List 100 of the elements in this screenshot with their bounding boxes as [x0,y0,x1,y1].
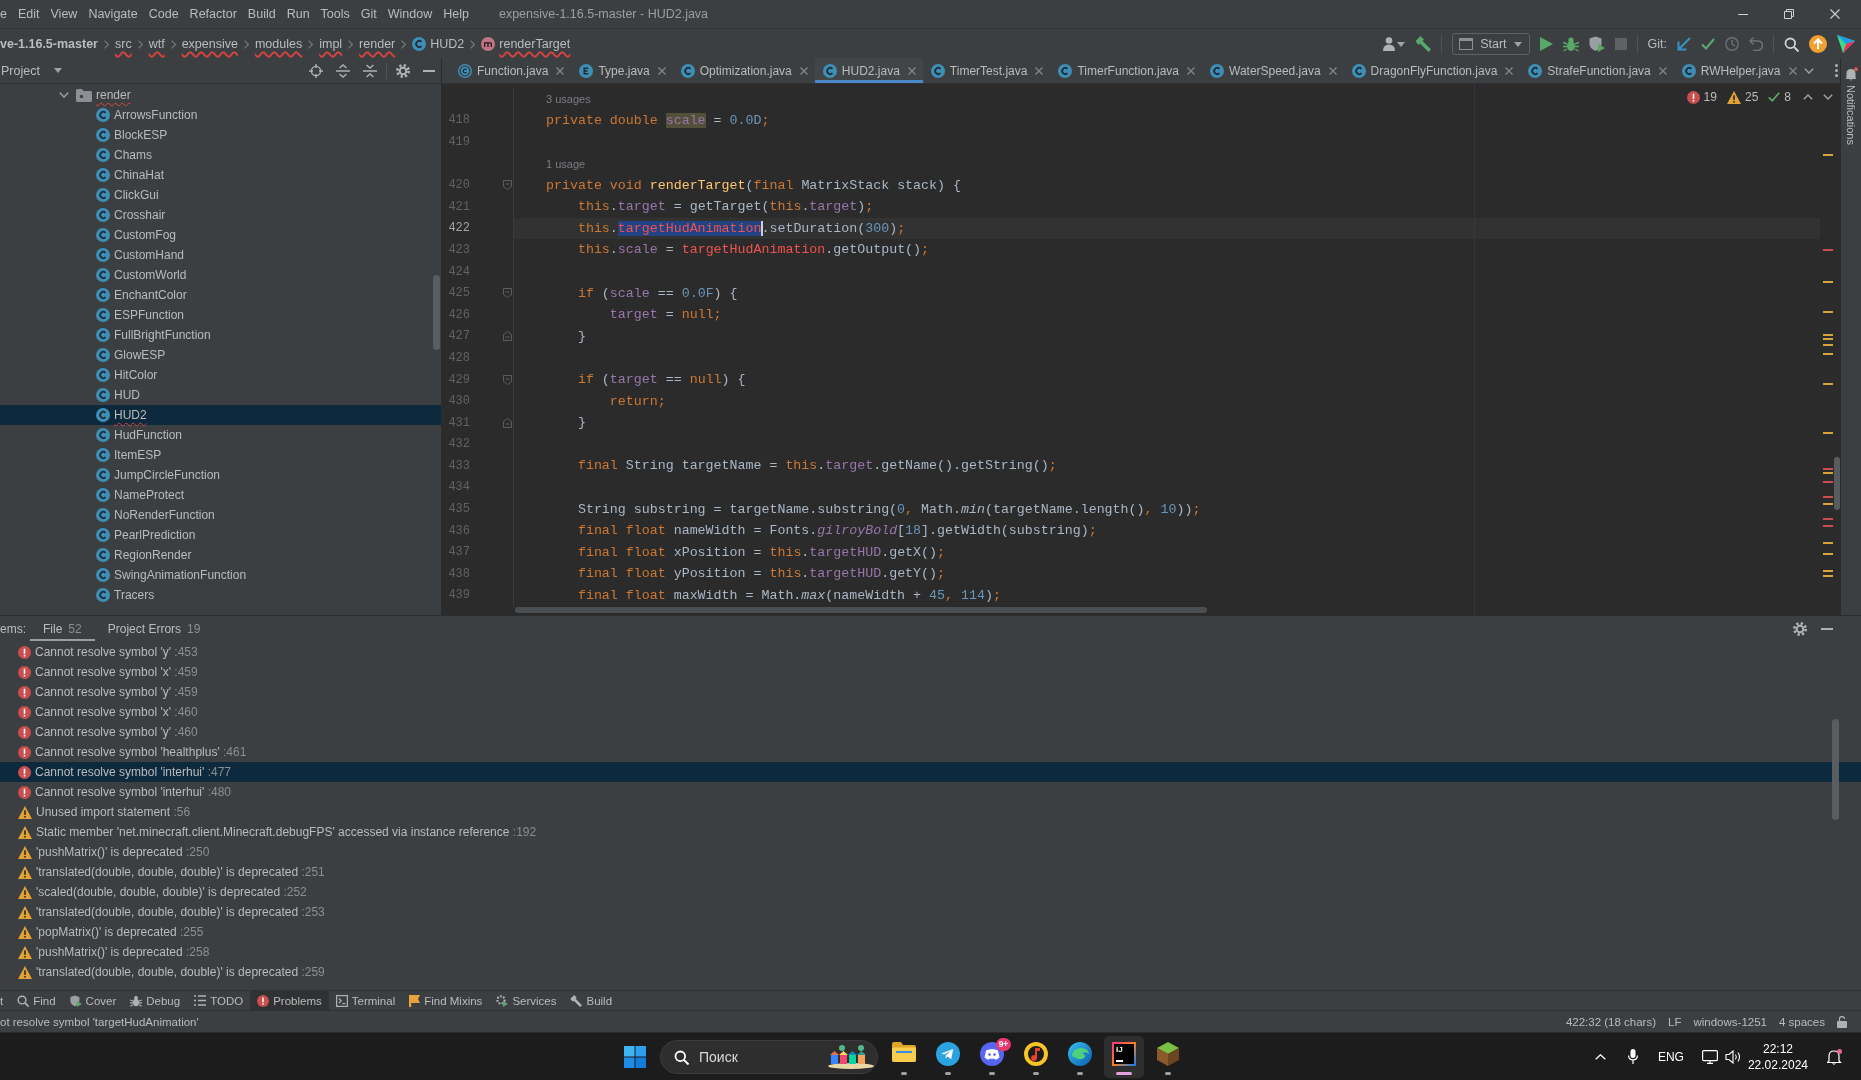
problem-row[interactable]: Cannot resolve symbol 'y' :460 [0,722,1861,742]
tree-item[interactable]: Crosshair [0,205,441,225]
usage-hint[interactable]: 1 usage [546,157,586,170]
tree-item[interactable]: HudFunction [0,425,441,445]
scrollbar-thumb[interactable] [1832,719,1839,820]
tool-window-button[interactable]: Find Mixins [402,991,490,1010]
shield-play-icon[interactable] [1588,36,1605,52]
clock-date[interactable]: 22.02.2024 [1747,1056,1808,1073]
problem-row[interactable]: Cannot resolve symbol 'y' :459 [0,682,1861,702]
problem-row[interactable]: Unused import statement :56 [0,802,1861,822]
problem-row[interactable]: Cannot resolve symbol 'x' :459 [0,662,1861,682]
menu-item[interactable]: Edit [17,7,40,21]
chevron-down-icon[interactable] [1803,67,1814,74]
caret-icon[interactable] [53,68,62,73]
close-icon[interactable] [1505,66,1514,75]
play-icon[interactable] [1539,37,1553,51]
minimize-icon[interactable] [1738,13,1748,15]
chevron-up-icon[interactable] [1803,94,1813,100]
problem-row[interactable]: Cannot resolve symbol 'interhui' :477 [0,762,1861,782]
tree-item[interactable]: HitColor [0,365,441,385]
tree-item[interactable]: Tracers [0,585,441,605]
tree-item[interactable]: NoRenderFunction [0,505,441,525]
fold-marker-icon[interactable] [503,374,512,385]
tree-item[interactable]: HUD [0,385,441,405]
scrollbar-thumb[interactable] [515,607,1207,613]
up-arrow-circle-icon[interactable] [1809,35,1827,53]
tree-item[interactable]: PearlPrediction [0,525,441,545]
close-icon[interactable] [657,66,666,75]
menu-item[interactable]: Git [360,7,377,21]
problem-row[interactable]: Cannot resolve symbol 'healthplus' :461 [0,742,1861,762]
expand-all-icon[interactable] [336,63,350,78]
menu-item[interactable]: Window [387,7,433,21]
tree-item[interactable]: BlockESP [0,125,441,145]
menu-item[interactable]: Code [148,7,179,21]
tree-item[interactable]: render [0,85,441,105]
tool-window-button[interactable]: Terminal [328,991,403,1010]
indent-setting[interactable]: 4 spaces [1778,1015,1825,1028]
editor-tab[interactable]: DragonFlyFunction.java [1343,58,1521,83]
tree-item[interactable]: CustomFog [0,225,441,245]
fold-marker-icon[interactable] [503,288,512,299]
settings-icon[interactable] [1793,621,1807,636]
start-grid-icon[interactable] [624,1045,646,1068]
minimize-icon[interactable] [423,69,435,72]
restore-icon[interactable] [1784,9,1794,19]
more-icon[interactable] [1834,64,1838,77]
tool-window-button[interactable]: Build [563,991,620,1010]
panel-tab[interactable]: Project Errors 19 [94,616,214,641]
close-icon[interactable] [1187,66,1195,75]
check-icon[interactable] [1701,37,1715,51]
breadcrumb-item[interactable]: renderTarget [481,37,571,51]
breadcrumb-item[interactable]: impl [319,37,343,51]
menu-item[interactable]: Build [247,7,276,21]
tree-item[interactable]: ChinaHat [0,165,441,185]
menu-item[interactable]: Help [443,7,469,21]
tree-item[interactable]: HUD2 [0,405,441,425]
taskbar-button[interactable]: 9+ [972,1035,1012,1078]
tree-item[interactable]: CustomWorld [0,265,441,285]
monitor-icon[interactable] [1701,1049,1718,1064]
usage-hint[interactable]: 3 usages [546,92,591,105]
close-icon[interactable] [1788,66,1797,75]
hammer-icon[interactable] [1415,36,1432,52]
problem-row[interactable]: 'translated(double, double, double)' is deprecated :259 [0,962,1861,982]
taskbar-button[interactable]: IJ [1104,1035,1144,1078]
tool-window-button[interactable]: t [0,991,11,1010]
chevron-down-icon[interactable] [1823,94,1833,100]
problem-row[interactable]: 'popMatrix()' is deprecated :255 [0,922,1861,942]
tool-window-button[interactable]: Problems [250,991,329,1010]
problem-row[interactable]: 'translated(double, double, double)' is deprecated :253 [0,902,1861,922]
close-icon[interactable] [1328,66,1337,75]
tree-item[interactable]: ItemESP [0,445,441,465]
menu-item[interactable]: Tools [320,7,350,21]
settings-icon[interactable] [396,63,410,78]
editor-tab[interactable]: TimerFunction.java [1050,58,1202,83]
editor-tab[interactable]: TimerTest.java [922,58,1051,83]
clock-icon[interactable] [1725,37,1739,51]
caret-icon[interactable] [1513,41,1522,47]
bug-icon[interactable] [1562,36,1579,52]
padlock-icon[interactable] [1837,1015,1847,1028]
breadcrumb-item[interactable]: expensive [181,37,238,51]
breadcrumb-item[interactable]: HUD2 [412,37,465,51]
menu-item[interactable]: Run [286,7,310,21]
tool-window-button[interactable]: Cover [62,991,124,1010]
person-icon[interactable] [1383,37,1396,51]
editor-tab[interactable]: Type.java [571,58,673,83]
microphone-icon[interactable] [1627,1049,1638,1064]
scrollbar-thumb[interactable] [433,275,440,350]
search-field[interactable]: Поиск [660,1039,878,1074]
editor-tab[interactable]: RWHelper.java [1673,58,1804,83]
language-indicator[interactable]: ENG [1657,1049,1684,1064]
fold-marker-icon[interactable] [503,331,512,342]
breadcrumb-item[interactable]: wtf [148,37,165,51]
tree-item[interactable]: JumpCircleFunction [0,465,441,485]
tree-item[interactable]: ArrowsFunction [0,105,441,125]
close-icon[interactable] [1035,66,1044,75]
breadcrumb-item[interactable]: modules [254,37,303,51]
line-separator[interactable]: LF [1668,1015,1682,1028]
caret-position[interactable]: 422:32 (18 chars) [1565,1015,1657,1028]
file-encoding[interactable]: windows-1251 [1693,1015,1767,1028]
clock-time[interactable]: 22:12 [1762,1040,1793,1057]
weak-warning-count[interactable]: 8 [1784,90,1791,104]
